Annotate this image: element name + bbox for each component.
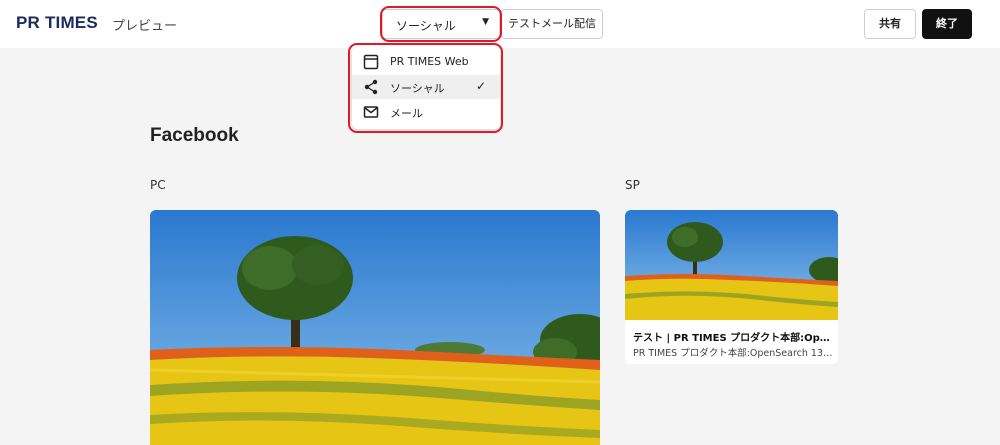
sp-card-subtitle: PR TIMES プロダクト本部:OpenSearch 13…: [633, 348, 833, 359]
preview-label: プレビュー: [112, 19, 178, 34]
pc-label: PC: [150, 178, 166, 192]
channel-dropdown-menu: PR TIMES Web ソーシャル ✓ メール: [352, 46, 500, 129]
checkmark-icon: ✓: [475, 79, 486, 93]
mail-icon: [363, 106, 379, 118]
page-title: Facebook: [150, 125, 239, 146]
top-bar: PR TIMES プレビュー ソーシャル ▼ テストメール配信 共有 終了: [0, 0, 1000, 48]
og-image-thumbnail: [625, 210, 838, 320]
pr-times-logo[interactable]: PR TIMES: [16, 13, 98, 33]
menu-item-mail[interactable]: メール: [352, 100, 500, 124]
menu-item-label: メール: [390, 107, 423, 120]
menu-item-label: ソーシャル: [390, 82, 445, 95]
share-button[interactable]: 共有: [864, 9, 916, 39]
end-button[interactable]: 終了: [922, 9, 972, 39]
channel-select-value: ソーシャル: [396, 19, 456, 33]
sp-label: SP: [625, 178, 640, 192]
pc-preview-card: [150, 210, 600, 445]
browser-window-icon: [363, 54, 379, 70]
channel-select[interactable]: ソーシャル ▼: [382, 9, 500, 39]
menu-item-pr-times-web[interactable]: PR TIMES Web: [352, 50, 500, 74]
test-mail-button[interactable]: テストメール配信: [501, 9, 603, 39]
menu-item-label: PR TIMES Web: [390, 55, 469, 68]
og-image: [150, 210, 600, 445]
sp-card-title: テスト | PR TIMES プロダクト本部:OpenSearch…: [633, 333, 833, 344]
chevron-down-icon: ▼: [482, 17, 489, 27]
menu-item-social[interactable]: ソーシャル ✓: [352, 75, 500, 99]
sp-preview-card: テスト | PR TIMES プロダクト本部:OpenSearch… PR TI…: [625, 210, 838, 364]
share-icon: [364, 79, 378, 95]
